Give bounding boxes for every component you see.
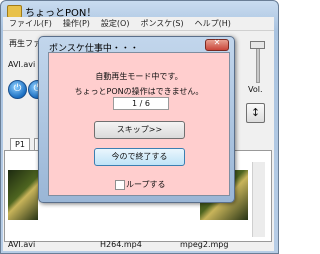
menu-help[interactable]: ヘルプ(H) [189,18,236,29]
auto-play-message: 自動再生モード中です。 [95,72,183,81]
playlist-item-label[interactable]: mpeg2.mpg [180,240,228,249]
loop-label: ループする [126,180,166,189]
volume-label: Vol. [248,85,263,94]
menu-file[interactable]: ファイル(F) [3,18,57,29]
operation-disabled-message: ちょっとPONの操作はできません。 [74,87,204,96]
finish-button[interactable]: 今ので終了する [94,148,185,166]
progress-counter: 1 / 6 [113,97,169,110]
current-file-label: AVI.avi [8,60,36,69]
playlist-scrollbar[interactable] [252,162,265,237]
loop-checkbox[interactable] [115,180,125,190]
menu-ponsuke[interactable]: ポンスケ(S) [134,18,188,29]
menu-operation[interactable]: 操作(P) [57,18,95,29]
updown-arrow-button[interactable]: ↕ [246,103,265,123]
skip-button[interactable]: スキップ>> [94,121,185,139]
volume-slider-thumb[interactable] [250,41,265,49]
menu-bar: ファイル(F) 操作(P) 設定(O) ポンスケ(S) ヘルプ(H) [3,17,274,31]
close-icon[interactable] [205,38,229,51]
power-button[interactable] [8,80,27,99]
volume-slider-track[interactable] [256,43,260,83]
playlist-item-label[interactable]: AVI.avi [8,240,35,249]
video-thumbnail[interactable] [8,170,38,220]
playlist-item-label[interactable]: H264.mp4 [100,240,142,249]
menu-settings[interactable]: 設定(O) [95,18,135,29]
